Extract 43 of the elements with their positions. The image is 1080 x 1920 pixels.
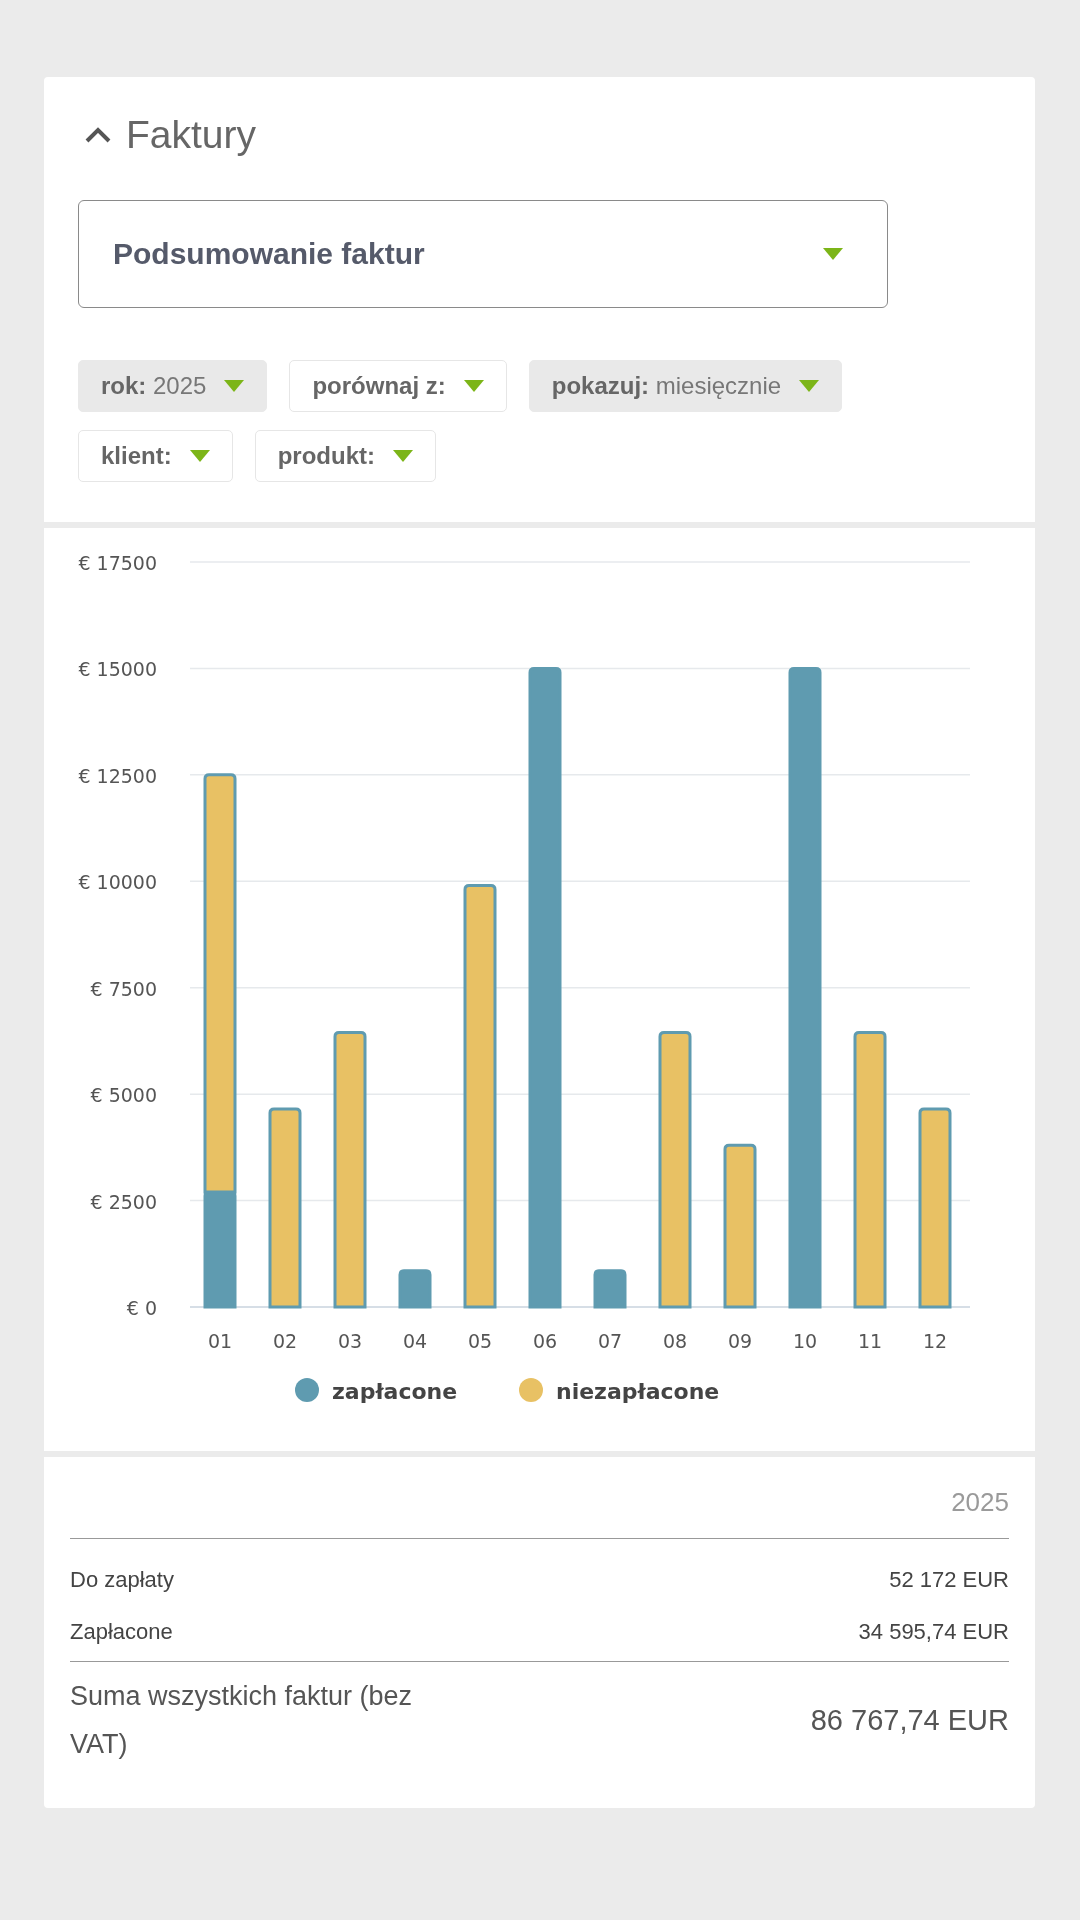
y-axis-label: € 7500 (90, 977, 157, 1000)
y-axis-label: € 12500 (78, 764, 157, 787)
y-axis-label: € 15000 (78, 658, 157, 681)
x-axis-label: 10 (792, 1330, 818, 1352)
x-axis-label: 07 (597, 1330, 623, 1352)
report-dropdown[interactable]: Podsumowanie faktur (78, 200, 888, 308)
dropdown-arrow-icon (189, 450, 210, 462)
x-axis-label: 12 (922, 1330, 948, 1352)
filter-dropdown[interactable]: porównaj z: (289, 360, 507, 412)
dropdown-arrow-icon (393, 450, 413, 462)
y-axis-label: € 2500 (90, 1190, 157, 1213)
x-axis-label: 03 (337, 1330, 363, 1352)
y-axis-label: € 5000 (90, 1084, 157, 1107)
dropdown-arrow-icon (224, 380, 245, 392)
x-axis-label: 08 (662, 1330, 688, 1352)
chevron-up-icon (84, 126, 112, 144)
dropdown-arrow-icon (799, 380, 820, 392)
x-axis-label: 04 (402, 1330, 428, 1352)
year-heading: 2025 (70, 1487, 1009, 1539)
total-value: 86 767,74 EUR (810, 1703, 1009, 1737)
legend-label[interactable]: niezapłacone (556, 1379, 720, 1404)
legend-label[interactable]: zapłacone (332, 1379, 458, 1404)
summary-label: Zapłacone (70, 1619, 173, 1645)
x-axis-label: 05 (467, 1330, 493, 1352)
x-axis-label: 02 (272, 1330, 298, 1352)
y-axis-label: € 17500 (78, 552, 157, 574)
x-axis-label: 11 (857, 1330, 883, 1352)
summary-value: 52 172 EUR (889, 1567, 1009, 1593)
filter-dropdown[interactable]: pokazuj: miesięcznie (528, 360, 843, 412)
panel-header[interactable]: Faktury (84, 113, 1001, 157)
filter-dropdown[interactable]: produkt: (254, 430, 436, 482)
dropdown-arrow-icon (823, 248, 843, 260)
filter-dropdown[interactable]: klient: (78, 430, 233, 482)
y-axis-label: € 10000 (78, 871, 157, 894)
y-axis-label: € 0 (126, 1297, 157, 1319)
filter-dropdown[interactable]: rok: 2025 (78, 360, 268, 412)
dropdown-arrow-icon (463, 380, 484, 392)
summary-value: 34 595,74 EUR (858, 1619, 1009, 1645)
total-label: Suma wszystkich faktur (bez VAT) (70, 1680, 414, 1761)
x-axis-label: 06 (532, 1330, 558, 1352)
summary-label: Do zapłaty (70, 1567, 174, 1593)
x-axis-label: 01 (207, 1330, 233, 1352)
x-axis-label: 09 (727, 1330, 753, 1352)
